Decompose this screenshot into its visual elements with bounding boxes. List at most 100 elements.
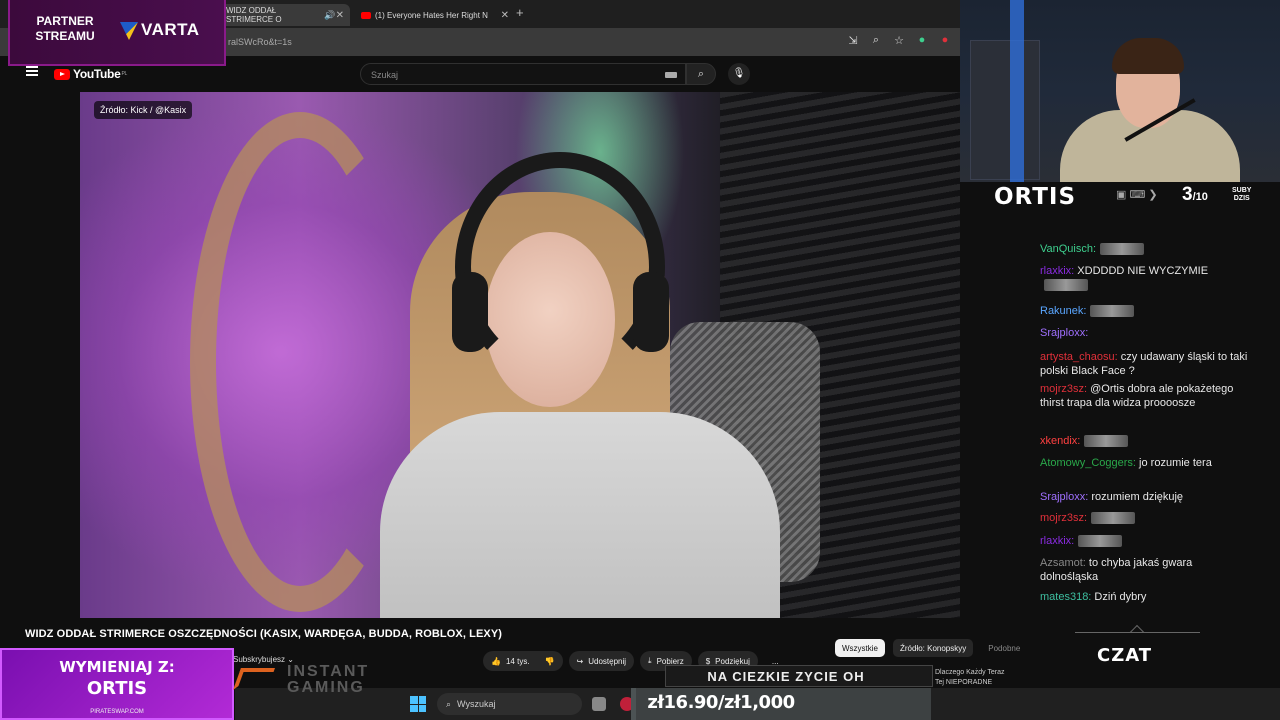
chat-username[interactable]: mates318:: [1040, 591, 1091, 603]
exchange-line1: WYMIENIAJ Z:: [59, 658, 175, 676]
tab-current-video[interactable]: WIDZ ODDAŁ STRIMERCE O 🔊 ✕: [220, 4, 350, 26]
like-button[interactable]: 👍 14 tys. 👎: [483, 651, 563, 671]
thumbs-down-icon[interactable]: 👎: [545, 657, 555, 666]
subs-goal: /10: [1192, 191, 1208, 203]
zoom-icon[interactable]: ⌕: [869, 34, 883, 47]
close-tab-icon[interactable]: ✕: [336, 10, 344, 21]
donation-goal-amount: zł16.90/zł1,000: [647, 692, 795, 713]
donation-goal-title: NA CIEZKIE ZYCIE OH: [665, 665, 933, 687]
download-icon: ⤓: [648, 656, 652, 665]
exchange-line2: ORTIS: [86, 678, 148, 699]
thumbs-up-icon: 👍: [491, 656, 501, 666]
video-headphones: [455, 152, 665, 382]
video-title: WIDZ ODDAŁ STRIMERCE OSZCZĘDNOŚCI (KASIX…: [25, 628, 503, 640]
chat-text: XDDDDD NIE WYCZYMIE: [1074, 265, 1209, 277]
chat-username[interactable]: Srajploxx:: [1040, 327, 1088, 339]
chat-emote-icon: [1078, 535, 1123, 548]
chat-username[interactable]: Atomowy_Coggers:: [1040, 457, 1136, 469]
chip-source[interactable]: Źródło: Konopskyy: [893, 639, 974, 657]
menu-icon[interactable]: [26, 66, 38, 76]
mic-icon: 🎙: [732, 68, 746, 79]
chat-username[interactable]: Rakunek:: [1040, 305, 1086, 317]
bookmark-star-icon[interactable]: ☆: [892, 34, 906, 47]
chat-username[interactable]: rlaxkix:: [1040, 265, 1074, 277]
chat-text: Dziń dybry: [1091, 591, 1147, 603]
tab-title: WIDZ ODDAŁ STRIMERCE O: [226, 6, 282, 24]
chat-message: Srajploxx: rozumiem dziękuję: [1040, 490, 1250, 504]
chat-message: VanQuisch:: [1040, 242, 1250, 256]
chat-emote-icon: [1084, 435, 1129, 448]
streamer-name: ORTIS: [994, 184, 1077, 210]
subs-label: SUBY DZIS: [1232, 187, 1251, 203]
chat-message: Srajploxx:: [1040, 326, 1250, 340]
video-player[interactable]: Źródło: Kick / @Kasix: [80, 92, 960, 618]
webcam-shelf: [970, 40, 1040, 180]
chat-username[interactable]: Azsamot:: [1040, 557, 1086, 569]
task-view-icon[interactable]: [592, 697, 606, 711]
chip-related[interactable]: Podobne: [981, 639, 1027, 657]
keyboard-icon[interactable]: [665, 72, 677, 78]
youtube-logo[interactable]: YouTube PL: [54, 67, 127, 81]
chat-message: Rakunek:: [1040, 304, 1250, 318]
chat-text: jo rozumie tera: [1136, 457, 1212, 469]
share-button[interactable]: ↪ Udostępnij: [568, 651, 635, 671]
chat-message: Azsamot: to chyba jakaś gwara dolnośląsk…: [1040, 556, 1250, 584]
voice-search-button[interactable]: 🎙: [728, 63, 750, 85]
screen: WIDZ ODDAŁ STRIMERCE O 🔊 ✕ (1) Everyone …: [0, 0, 1280, 720]
search-icon: ⌕: [697, 68, 705, 80]
recommendation-title: Dlaczego Każdy Teraz: [935, 669, 1005, 676]
tab-second-video[interactable]: (1) Everyone Hates Her Right N ✕: [355, 4, 515, 26]
goal-text: NA CIEZKIE ZYCIE OH: [707, 669, 865, 684]
chat-username[interactable]: mojrz3sz:: [1040, 383, 1087, 395]
source-badge: Źródło: Kick / @Kasix: [94, 101, 193, 119]
audio-icon[interactable]: 🔊: [324, 10, 335, 21]
taskbar-search-placeholder: Wyszukaj: [457, 699, 496, 709]
recommendation-title: Tej NIEPORADNE: [935, 679, 993, 686]
chat-username[interactable]: Srajploxx:: [1040, 491, 1088, 503]
divider-chevron-icon: [1129, 624, 1145, 640]
instant-gaming-logo-icon: [232, 668, 276, 690]
subs-counter: 3/10: [1182, 184, 1208, 206]
search-input[interactable]: Szukaj: [360, 63, 686, 85]
search-button[interactable]: ⌕: [686, 63, 716, 85]
chat-message: mojrz3sz: @Ortis dobra ale pokażetego th…: [1040, 382, 1250, 410]
subs-current: 3: [1182, 184, 1193, 205]
profile-icon[interactable]: ●: [938, 34, 952, 47]
chip-all[interactable]: Wszystkie: [835, 639, 885, 657]
search-placeholder: Szukaj: [371, 70, 399, 80]
chat-username[interactable]: VanQuisch:: [1040, 243, 1096, 255]
streamer-hair: [1112, 38, 1184, 74]
social-icons: ▣ ⌨ ❯: [1116, 189, 1158, 201]
youtube-play-icon: [54, 68, 70, 80]
chat-emote-icon: [1091, 512, 1136, 525]
sponsor-brand: VARTA: [141, 20, 200, 39]
streamer-bar: ORTIS ▣ ⌨ ❯ 3/10 SUBY DZIS: [990, 182, 1260, 210]
chat-message: rlaxkix: XDDDDD NIE WYCZYMIE: [1040, 264, 1250, 292]
youtube-wordmark: YouTube: [73, 67, 121, 81]
recommendation-chips: Wszystkie Źródło: Konopskyy Podobne: [835, 639, 1027, 657]
subscribed-button[interactable]: Subskrybujesz ⌄: [233, 655, 294, 664]
chat-message: mojrz3sz:: [1040, 511, 1250, 525]
chat-message: rlaxkix:: [1040, 534, 1250, 548]
chat-message: mates318: Dziń dybry: [1040, 590, 1250, 604]
close-tab-icon[interactable]: ✕: [501, 10, 509, 21]
webcam-feed: [960, 0, 1280, 182]
recommendation-preview[interactable]: Dlaczego Każdy Teraz Tej NIEPORADNE: [935, 668, 1025, 688]
chat-message: xkendix:: [1040, 434, 1250, 448]
new-tab-button[interactable]: +: [516, 5, 524, 20]
chat-username[interactable]: xkendix:: [1040, 435, 1080, 447]
subs-label-bottom: DZIS: [1233, 195, 1250, 202]
extension-icon[interactable]: ●: [915, 34, 929, 47]
browser-toolbar: ⇲ ⌕ ☆ ● ●: [846, 34, 952, 47]
varta-logo-icon: [120, 22, 138, 40]
install-icon[interactable]: ⇲: [846, 34, 860, 47]
instant-gaming-text: INSTANT GAMING: [287, 663, 370, 696]
windows-start-icon[interactable]: [410, 696, 426, 712]
chat-username[interactable]: mojrz3sz:: [1040, 512, 1087, 524]
chat-panel: VanQuisch: rlaxkix: XDDDDD NIE WYCZYMIE Ra…: [1020, 238, 1255, 618]
chat-username[interactable]: rlaxkix:: [1040, 535, 1074, 547]
url-text[interactable]: ralSWcRo&t=1s: [228, 37, 292, 47]
region-code: PL: [121, 71, 127, 77]
chat-username[interactable]: artysta_chaosu:: [1040, 351, 1118, 363]
taskbar-search[interactable]: ⌕ Wyszukaj: [437, 693, 582, 715]
